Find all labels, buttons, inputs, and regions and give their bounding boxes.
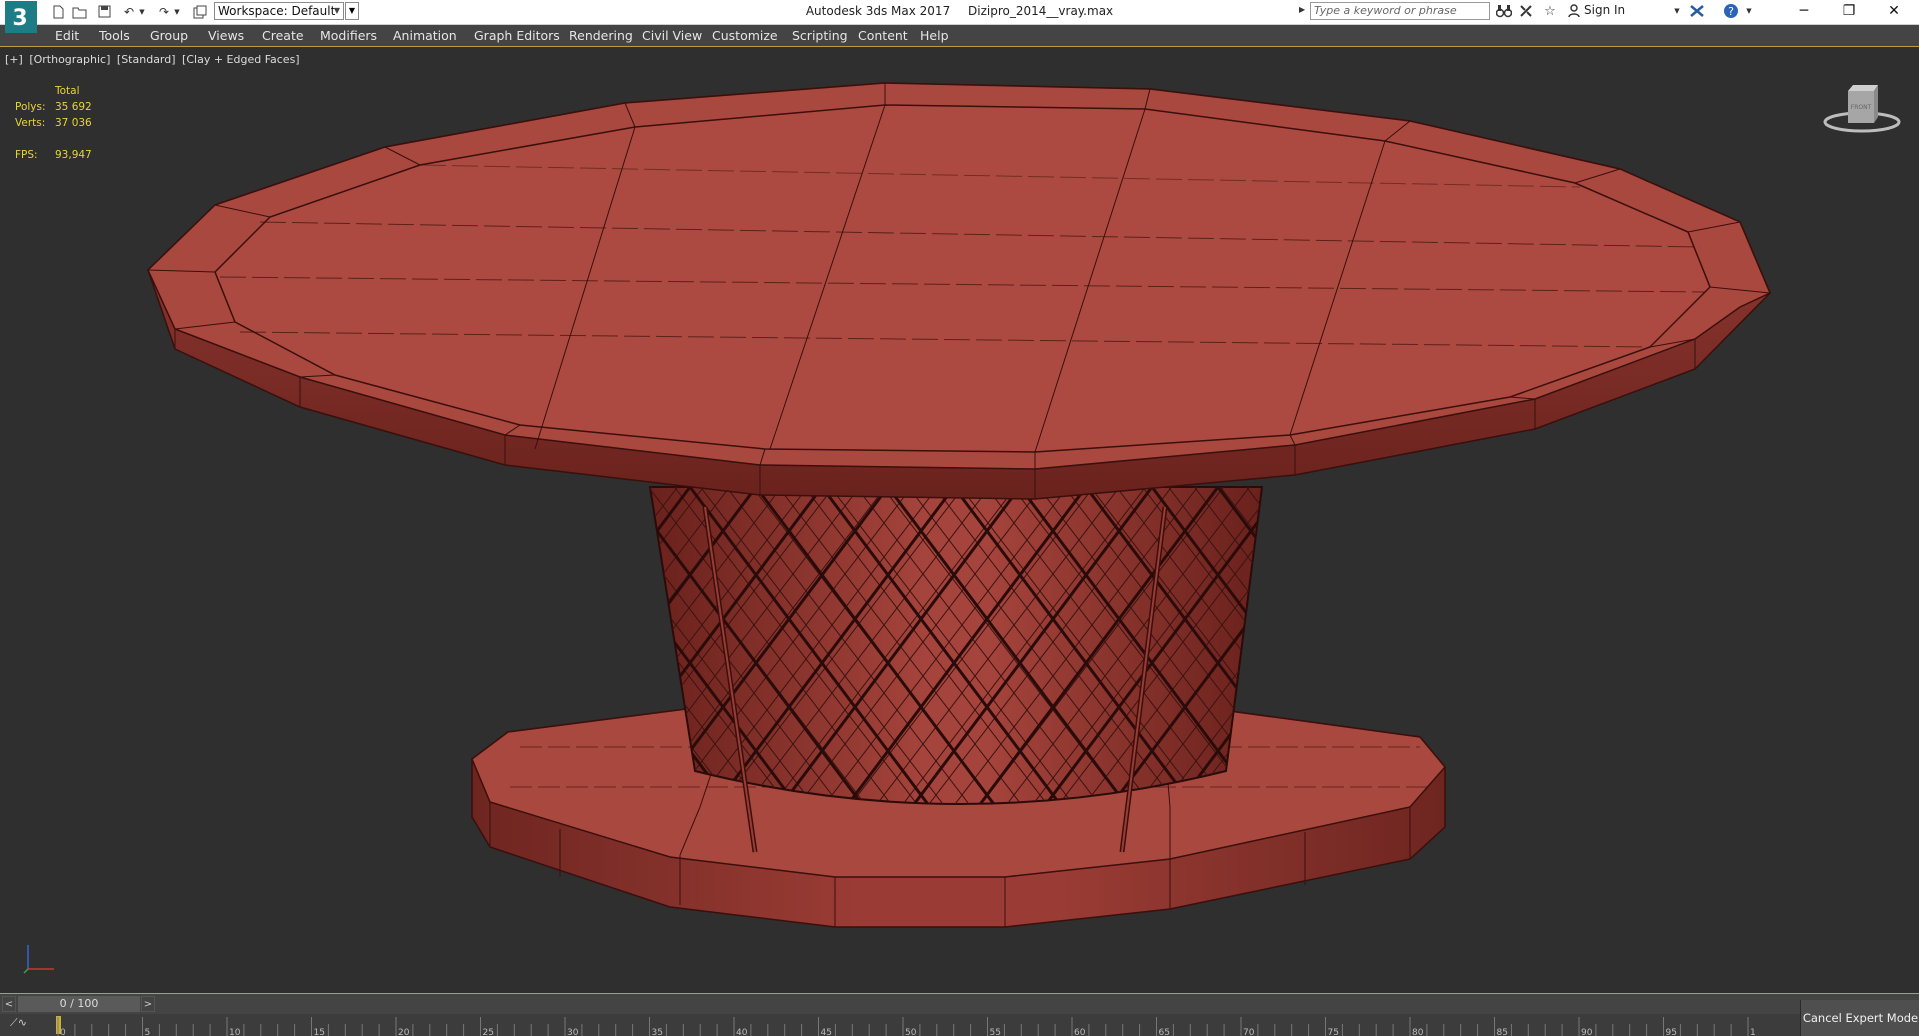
new-file-icon[interactable] bbox=[50, 3, 66, 20]
menu-help[interactable]: Help bbox=[920, 28, 949, 43]
timeline-tick-label: 80 bbox=[1412, 1028, 1424, 1036]
project-folder-icon[interactable] bbox=[192, 3, 208, 20]
subscription-icon[interactable] bbox=[1515, 1, 1537, 21]
timeline-tick-label: 30 bbox=[567, 1028, 579, 1036]
timeline-tick-label: 0 bbox=[60, 1028, 66, 1036]
viewport-display-style[interactable]: [Clay + Edged Faces] bbox=[182, 53, 300, 66]
redo-dropdown-icon[interactable]: ▼ bbox=[173, 3, 181, 20]
viewcube-icon[interactable]: FRONT bbox=[1822, 77, 1902, 137]
timeline-tick-label: 75 bbox=[1328, 1028, 1339, 1036]
timeline-tick-label: 65 bbox=[1159, 1028, 1170, 1036]
svg-text:3: 3 bbox=[12, 6, 27, 31]
timeline-tick-label: 25 bbox=[483, 1028, 494, 1036]
viewport-orthographic[interactable]: [+] [Orthographic] [Standard] [Clay + Ed… bbox=[0, 46, 1919, 994]
viewport-menu[interactable]: [+] bbox=[5, 53, 23, 66]
timeline-tick-label: 20 bbox=[398, 1028, 410, 1036]
app-title: Autodesk 3ds Max 2017 bbox=[805, 4, 951, 18]
viewport-view-type[interactable]: [Orthographic] bbox=[29, 53, 110, 66]
cancel-expert-mode-button[interactable]: Cancel Expert Mode bbox=[1800, 1000, 1919, 1036]
timeline-tick-label: 10 bbox=[229, 1028, 241, 1036]
timeline-tick-label: 85 bbox=[1497, 1028, 1508, 1036]
timeline-tick-label: 40 bbox=[736, 1028, 748, 1036]
star-icon[interactable]: ☆ bbox=[1539, 1, 1561, 21]
fps-label: FPS: bbox=[15, 149, 38, 161]
menu-customize[interactable]: Customize bbox=[712, 28, 778, 43]
svg-text:?: ? bbox=[1728, 5, 1734, 18]
scene-table-model bbox=[147, 82, 1771, 928]
chevron-down-icon: ▼ bbox=[333, 6, 340, 15]
search-input[interactable]: Type a keyword or phrase bbox=[1310, 2, 1490, 20]
save-icon[interactable] bbox=[96, 3, 112, 20]
minimize-button[interactable]: ─ bbox=[1781, 0, 1827, 22]
track-bar[interactable]: ⟋∿ 0 5 10 15 20 25 30 35 40 45 50 55 60 65 70 75 80 85 90 9… bbox=[0, 1014, 1919, 1036]
timeline-tick-label: 100 bbox=[1750, 1028, 1756, 1036]
next-frame-button[interactable]: > bbox=[141, 996, 155, 1012]
time-slider[interactable]: 0 / 100 bbox=[18, 996, 140, 1012]
axis-tripod-icon bbox=[23, 945, 54, 974]
workspace-dropdown[interactable]: Workspace: Default ▼ bbox=[214, 2, 344, 20]
close-button[interactable]: ✕ bbox=[1871, 0, 1917, 22]
verts-count: 37 036 bbox=[55, 117, 92, 129]
redo-icon[interactable]: ↷ bbox=[155, 3, 173, 20]
menu-rendering[interactable]: Rendering bbox=[569, 28, 633, 43]
timeline-tick-label: 60 bbox=[1074, 1028, 1086, 1036]
timeline-tick-label: 70 bbox=[1243, 1028, 1255, 1036]
menu-scripting[interactable]: Scripting bbox=[792, 28, 848, 43]
scene-statistics: Total Polys: 35 692 Verts: 37 036 FPS: 93,9… bbox=[15, 83, 92, 163]
menu-bar: Edit Tools Group Views Create Modifiers … bbox=[0, 25, 1919, 46]
chevron-down-icon[interactable]: ▼ bbox=[1738, 1, 1760, 21]
file-title: Dizipro_2014__vray.max bbox=[968, 4, 1114, 18]
timeline-ruler[interactable]: 0 5 10 15 20 25 30 35 40 45 50 55 60 65 70 75 80 85 90 95 10… bbox=[56, 1014, 1756, 1036]
menu-graph-editors[interactable]: Graph Editors bbox=[474, 28, 560, 43]
time-slider-bar: < 0 / 100 > bbox=[0, 994, 1919, 1014]
polys-count: 35 692 bbox=[55, 101, 92, 113]
menu-tools[interactable]: Tools bbox=[99, 28, 130, 43]
timeline-tick-label: 35 bbox=[652, 1028, 663, 1036]
previous-frame-button[interactable]: < bbox=[2, 996, 16, 1012]
chevron-down-icon[interactable]: ▼ bbox=[1666, 1, 1688, 21]
workspace-label: Workspace: Default bbox=[218, 4, 336, 18]
verts-label: Verts: bbox=[15, 117, 46, 129]
menu-views[interactable]: Views bbox=[208, 28, 244, 43]
app-logo[interactable]: 3 bbox=[5, 1, 41, 35]
open-file-icon[interactable] bbox=[72, 3, 88, 20]
mini-curve-editor-icon[interactable]: ⟋∿ bbox=[10, 1016, 27, 1030]
title-bar: ↶ ▼ ↷ ▼ Workspace: Default ▼ ▼ Autodesk … bbox=[0, 0, 1919, 25]
restore-button[interactable]: ❐ bbox=[1826, 0, 1872, 22]
timeline-tick-label: 5 bbox=[145, 1028, 151, 1036]
timeline-tick-label: 95 bbox=[1666, 1028, 1677, 1036]
menu-civil-view[interactable]: Civil View bbox=[642, 28, 702, 43]
undo-icon[interactable]: ↶ bbox=[120, 3, 138, 20]
stats-header: Total bbox=[55, 85, 80, 97]
timeline-tick-label: 45 bbox=[821, 1028, 832, 1036]
search-expand-icon[interactable]: ▶ bbox=[1299, 5, 1305, 14]
menu-edit[interactable]: Edit bbox=[55, 28, 79, 43]
timeline-tick-label: 15 bbox=[314, 1028, 325, 1036]
timeline-tick-label: 90 bbox=[1581, 1028, 1593, 1036]
timeline-tick-label: 55 bbox=[990, 1028, 1001, 1036]
svg-text:FRONT: FRONT bbox=[1851, 104, 1872, 111]
menu-create[interactable]: Create bbox=[262, 28, 304, 43]
viewport-shading-mode[interactable]: [Standard] bbox=[117, 53, 176, 66]
customize-toolbar-icon[interactable]: ▼ bbox=[345, 2, 359, 20]
viewport-label[interactable]: [+] [Orthographic] [Standard] [Clay + Ed… bbox=[5, 53, 303, 66]
timeline-tick-label: 50 bbox=[905, 1028, 917, 1036]
menu-content[interactable]: Content bbox=[858, 28, 908, 43]
menu-modifiers[interactable]: Modifiers bbox=[320, 28, 377, 43]
menu-animation[interactable]: Animation bbox=[393, 28, 457, 43]
undo-dropdown-icon[interactable]: ▼ bbox=[138, 3, 146, 20]
binoculars-icon[interactable] bbox=[1493, 1, 1515, 21]
sign-in-button[interactable]: Sign In bbox=[1568, 3, 1625, 17]
exchange-icon[interactable] bbox=[1686, 1, 1708, 21]
menu-group[interactable]: Group bbox=[150, 28, 188, 43]
user-icon bbox=[1568, 3, 1580, 17]
polys-label: Polys: bbox=[15, 101, 46, 113]
fps-value: 93,947 bbox=[55, 149, 92, 161]
sign-in-label: Sign In bbox=[1584, 3, 1626, 17]
